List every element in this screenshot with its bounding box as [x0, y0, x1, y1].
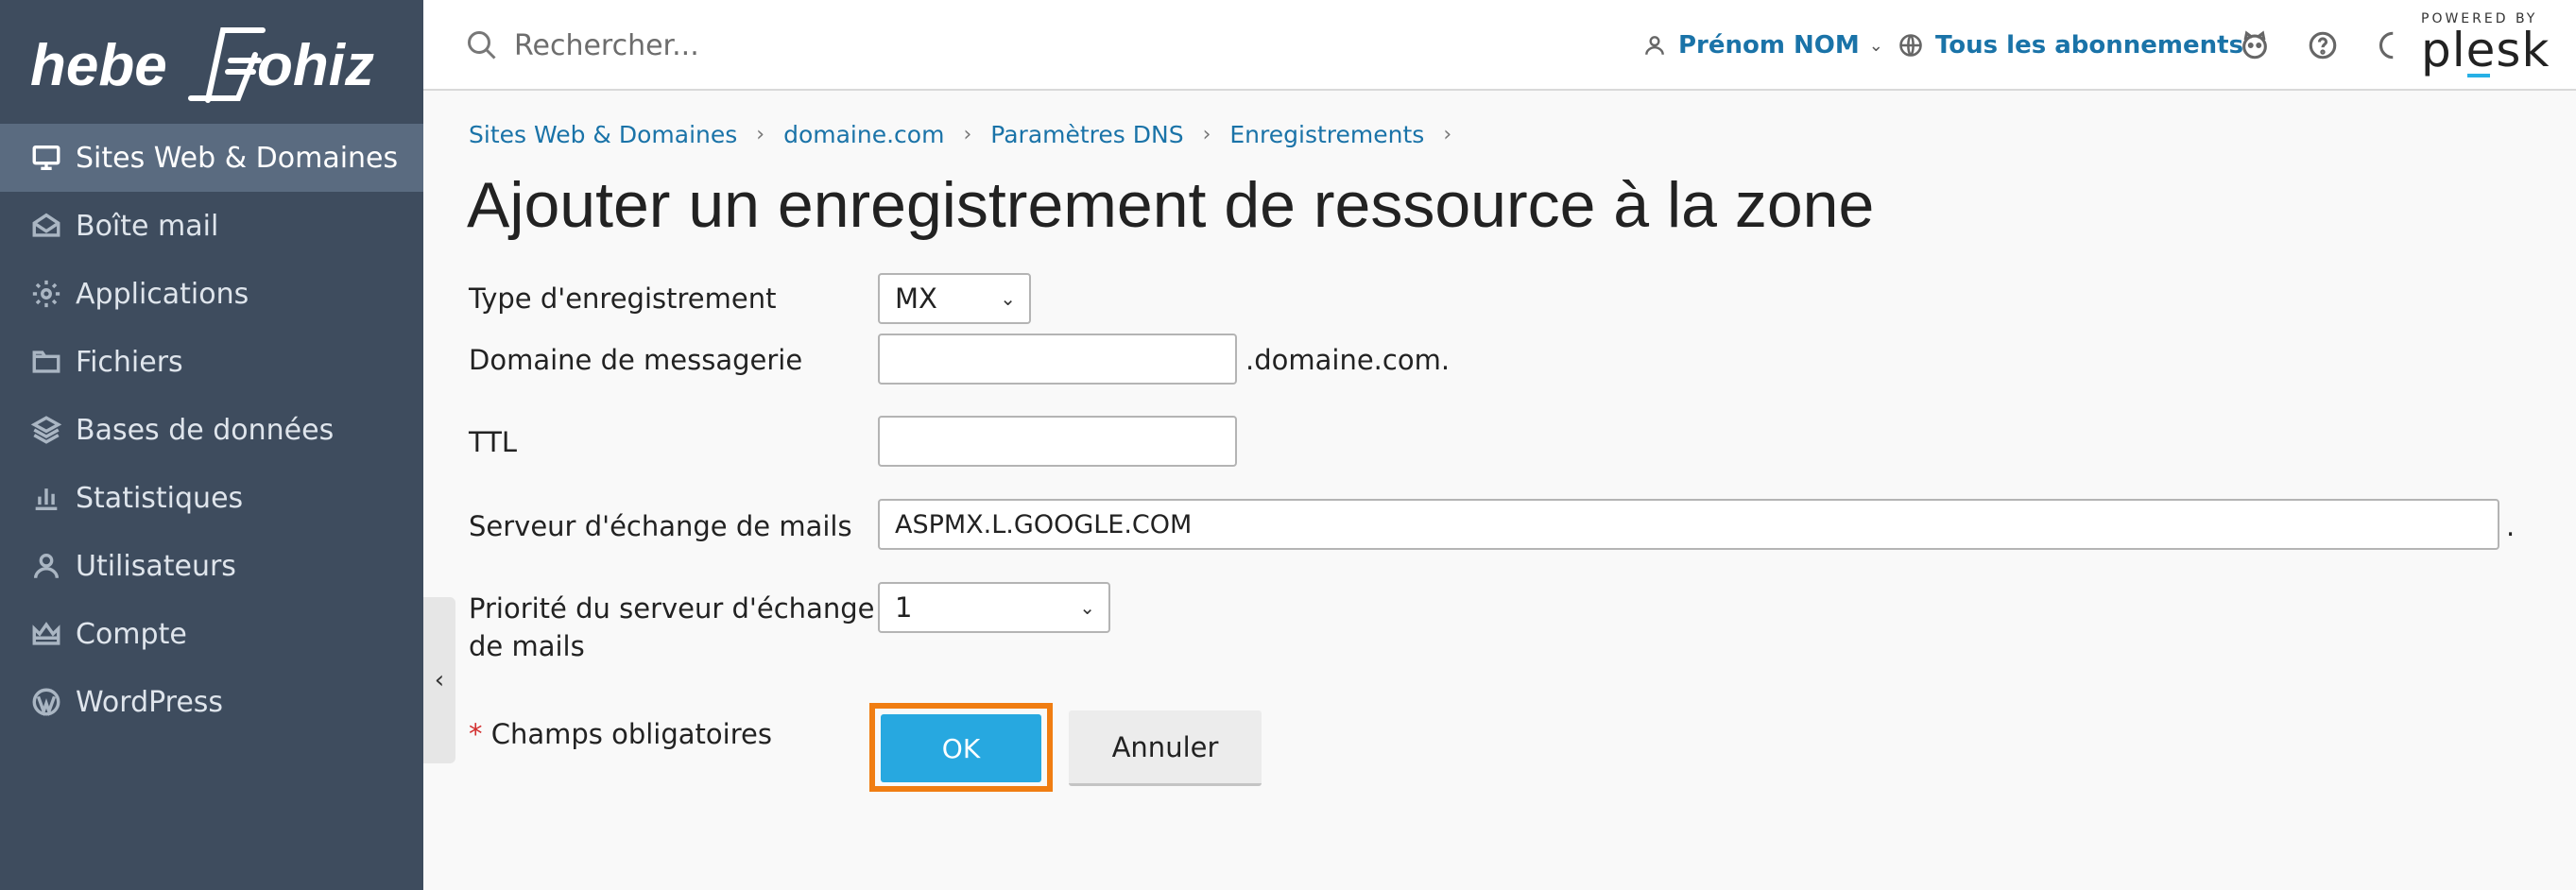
- help-icon[interactable]: [2304, 26, 2342, 64]
- folder-icon: [28, 344, 64, 380]
- plesk-brand: plesk: [2421, 23, 2550, 77]
- mail-server-suffix: .: [2506, 510, 2516, 542]
- search-input[interactable]: [514, 21, 1176, 70]
- record-type-value: MX: [895, 282, 937, 315]
- sidebar-nav: Sites Web & Domaines Boîte mail Applicat…: [0, 124, 423, 736]
- user-icon: [28, 548, 64, 584]
- sidebar-item-label: Applications: [76, 277, 249, 311]
- moon-icon[interactable]: [2370, 26, 2408, 64]
- breadcrumb: Sites Web & Domaines › domaine.com › Par…: [469, 121, 1470, 148]
- breadcrumb-domaine[interactable]: domaine.com: [783, 121, 944, 148]
- priority-label-line2: de mails: [469, 630, 585, 662]
- mail-icon: [28, 208, 64, 244]
- breadcrumb-sites-web-domaines[interactable]: Sites Web & Domaines: [469, 121, 737, 148]
- ok-button[interactable]: OK: [881, 714, 1041, 782]
- sidebar-item-label: WordPress: [76, 685, 224, 719]
- user-name: Prénom NOM: [1678, 31, 1860, 60]
- breadcrumb-separator-icon: ›: [756, 123, 765, 146]
- required-fields-text: Champs obligatoires: [490, 718, 772, 750]
- sidebar-item-label: Fichiers: [76, 345, 183, 379]
- database-layers-icon: [28, 412, 64, 448]
- user-menu[interactable]: Prénom NOM ⌄: [1642, 26, 1883, 64]
- required-star: *: [469, 718, 483, 750]
- breadcrumb-separator-icon: ›: [1443, 123, 1452, 146]
- priority-select[interactable]: 1 ⌄: [878, 582, 1110, 633]
- priority-value: 1: [895, 591, 913, 624]
- sidebar-item-wordpress[interactable]: WordPress: [0, 668, 423, 736]
- sidebar-item-label: Compte: [76, 617, 187, 651]
- sidebar-item-label: Sites Web & Domaines: [76, 141, 399, 175]
- mail-server-input[interactable]: [878, 499, 2499, 550]
- record-type-label: Type d'enregistrement: [469, 282, 777, 315]
- mail-domain-suffix: .domaine.com.: [1245, 344, 1451, 376]
- sidebar-item-sites-web-domaines[interactable]: Sites Web & Domaines: [0, 124, 423, 192]
- plesk-accent: [2467, 74, 2490, 77]
- sidebar-item-boite-mail[interactable]: Boîte mail: [0, 192, 423, 260]
- priority-label: Priorité du serveur d'échange de mails: [469, 590, 874, 665]
- wordpress-icon: [28, 684, 64, 720]
- sidebar-item-fichiers[interactable]: Fichiers: [0, 328, 423, 396]
- page-title: Ajouter un enregistrement de ressource à…: [467, 169, 1875, 241]
- sidebar-item-utilisateurs[interactable]: Utilisateurs: [0, 532, 423, 600]
- sidebar-item-applications[interactable]: Applications: [0, 260, 423, 328]
- plesk-logo: POWERED BY plesk: [2421, 11, 2563, 79]
- ttl-input[interactable]: [878, 416, 1237, 467]
- svg-text:ohiz: ohiz: [257, 33, 374, 98]
- breadcrumb-parametres-dns[interactable]: Paramètres DNS: [990, 121, 1183, 148]
- breadcrumb-separator-icon: ›: [963, 123, 972, 146]
- crown-icon: [28, 616, 64, 652]
- svg-text:hebe: hebe: [30, 33, 167, 98]
- subscriptions-label: Tous les abonnements: [1935, 31, 2244, 60]
- gear-icon: [28, 276, 64, 312]
- sidebar-item-label: Statistiques: [76, 481, 244, 515]
- cancel-button[interactable]: Annuler: [1069, 710, 1262, 786]
- cat-mascot-icon[interactable]: [2236, 26, 2274, 64]
- record-type-select[interactable]: MX ⌄: [878, 273, 1031, 324]
- sidebar-item-label: Boîte mail: [76, 209, 219, 243]
- required-fields-note: * Champs obligatoires: [469, 718, 772, 750]
- chevron-left-icon: ‹: [434, 666, 445, 694]
- globe-icon: [1899, 34, 1922, 57]
- chevron-down-icon: ⌄: [1000, 287, 1016, 310]
- priority-label-line1: Priorité du serveur d'échange: [469, 592, 875, 625]
- user-icon: [1645, 36, 1664, 55]
- ttl-label: TTL: [469, 426, 518, 458]
- mail-domain-input[interactable]: [878, 334, 1237, 385]
- mail-domain-label: Domaine de messagerie: [469, 344, 803, 376]
- bar-chart-icon: [28, 480, 64, 516]
- subscriptions-link[interactable]: Tous les abonnements: [1898, 26, 2243, 64]
- chevron-down-icon: ⌄: [1868, 35, 1883, 56]
- breadcrumb-enregistrements[interactable]: Enregistrements: [1229, 121, 1424, 148]
- sidebar-item-bases-de-donnees[interactable]: Bases de données: [0, 396, 423, 464]
- monitor-icon: [28, 140, 64, 176]
- sidebar-collapse-button[interactable]: ‹: [423, 597, 455, 763]
- sidebar-item-label: Utilisateurs: [76, 549, 236, 583]
- hebergeur-logo[interactable]: hebe ohiz: [28, 17, 406, 111]
- mail-server-label: Serveur d'échange de mails: [469, 510, 852, 542]
- top-header: Prénom NOM ⌄ Tous les abonnements POWERE…: [423, 0, 2576, 91]
- sidebar-item-statistiques[interactable]: Statistiques: [0, 464, 423, 532]
- breadcrumb-separator-icon: ›: [1202, 123, 1211, 146]
- chevron-down-icon: ⌄: [1079, 596, 1095, 619]
- sidebar: hebe ohiz Sites Web & Domaines Boîte mai…: [0, 0, 423, 890]
- sidebar-item-compte[interactable]: Compte: [0, 600, 423, 668]
- search-icon: [468, 31, 496, 60]
- sidebar-item-label: Bases de données: [76, 413, 335, 447]
